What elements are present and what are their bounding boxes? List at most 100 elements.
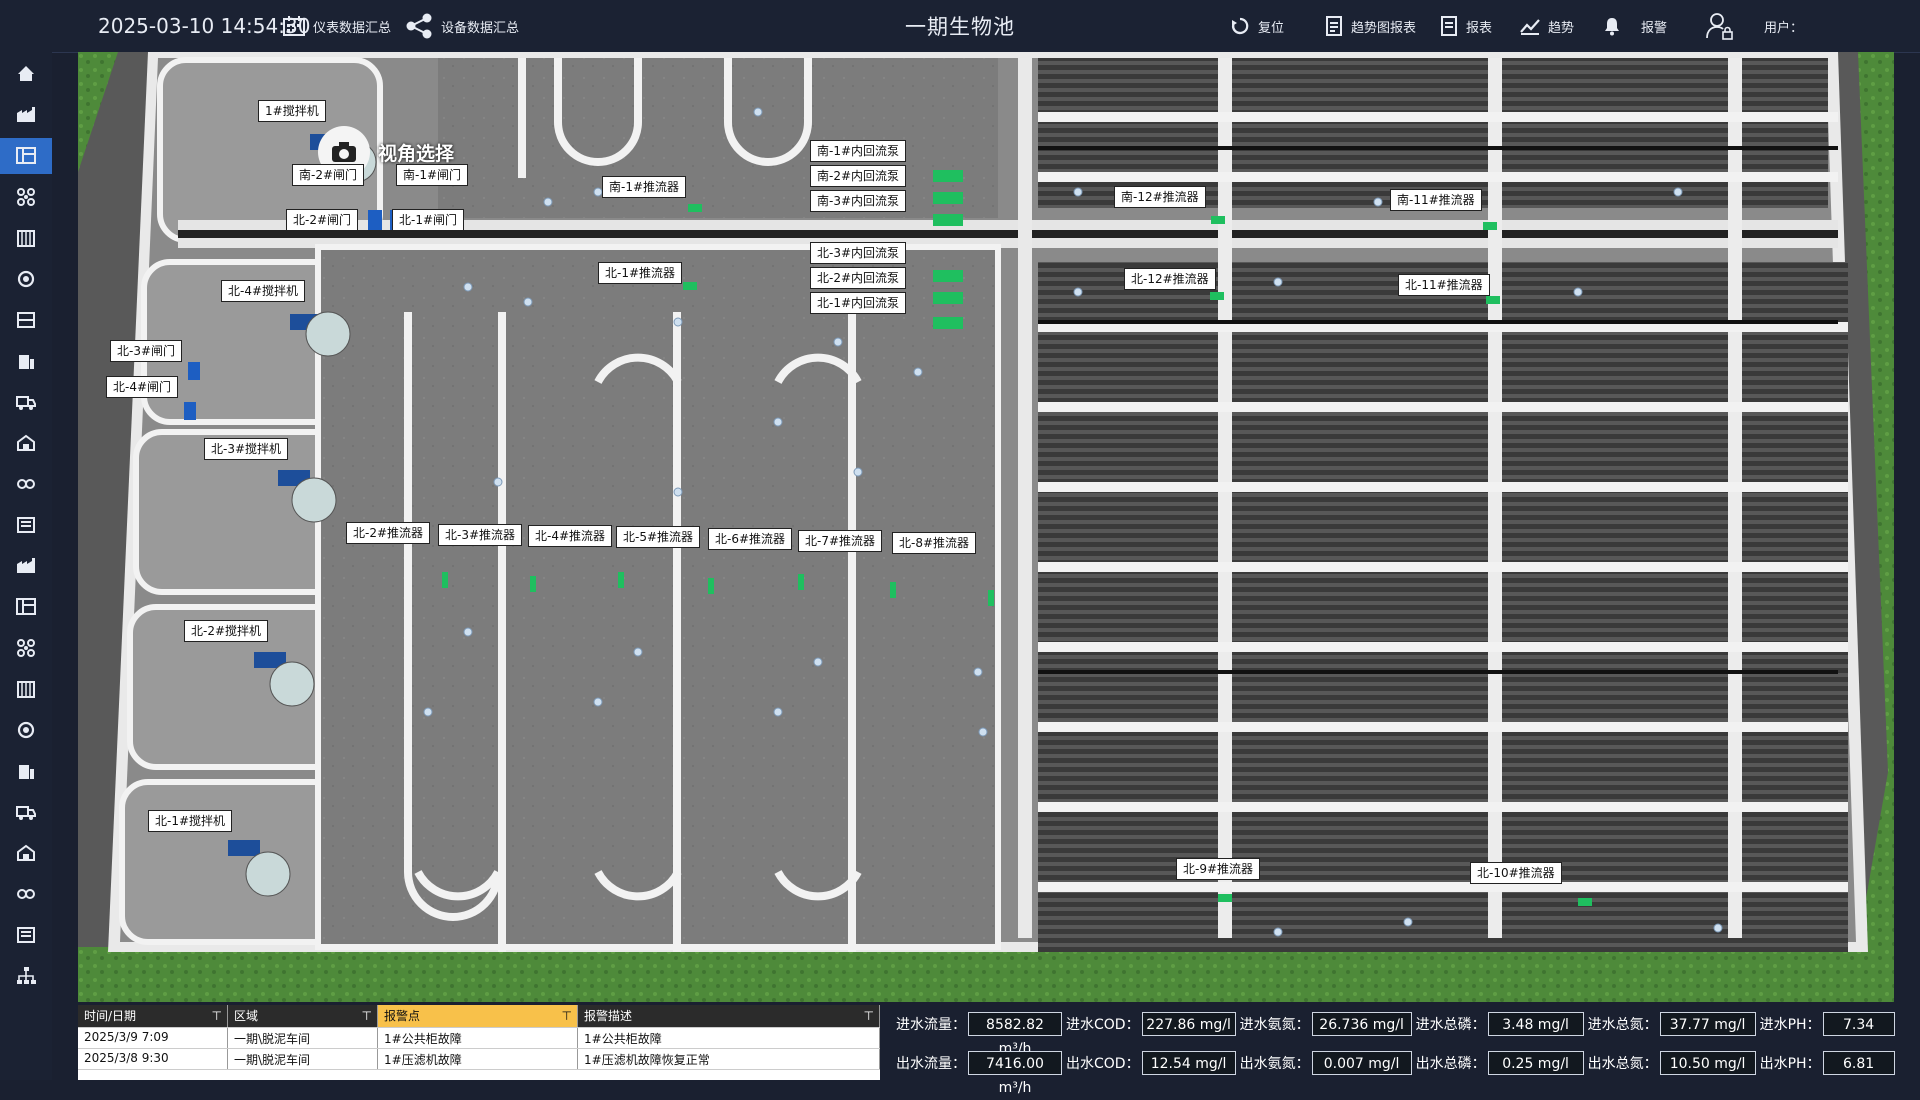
outlet-row: 出水流量： 7416.00 m³/h 出水COD： 12.54 mg/l 出水氨氮： 0.…: [896, 1048, 1899, 1096]
equipment-label[interactable]: 北-1#搅拌机: [148, 810, 233, 832]
equipment-label[interactable]: 北-8#推流器: [892, 532, 977, 554]
equipment-label[interactable]: 北-10#推流器: [1470, 862, 1562, 884]
water-quality-panel: 进水流量： 8582.82 m³/h 进水COD： 227.86 mg/l 进水氨氮： 2…: [896, 1005, 1899, 1096]
equipment-label[interactable]: 北-1#闸门: [392, 209, 465, 231]
outlet-metric-value: 7416.00 m³/h: [968, 1051, 1062, 1096]
equipment-label[interactable]: 北-7#推流器: [798, 530, 883, 552]
sidebar-item-building[interactable]: [0, 220, 52, 256]
outlet-metric-value: 0.25 mg/l: [1487, 1051, 1584, 1075]
equipment-label[interactable]: 北-4#闸门: [106, 376, 179, 398]
equipment-label[interactable]: 北-9#推流器: [1176, 858, 1261, 880]
reset-button[interactable]: 复位: [1230, 0, 1284, 52]
sidebar-item-tree[interactable]: [0, 958, 52, 994]
sidebar-item-tank[interactable]: [0, 753, 52, 789]
outlet-metric-name: 出水COD：: [1066, 1056, 1140, 1072]
inlet-metric-value: 37.77 mg/l: [1659, 1012, 1756, 1036]
device-summary-button[interactable]: 设备数据汇总: [405, 0, 519, 52]
sidebar-item-link[interactable]: [0, 466, 52, 502]
column-header-alarm-point[interactable]: 报警点 ⊤: [378, 1005, 578, 1027]
sidebar-item-panel[interactable]: [0, 302, 52, 338]
trend-button[interactable]: 趋势: [1520, 0, 1574, 52]
link-icon: [17, 479, 35, 489]
sidebar-item-pump[interactable]: [0, 712, 52, 748]
sidebar-item-truck[interactable]: [0, 794, 52, 830]
sidebar-item-pump[interactable]: [0, 261, 52, 297]
report-label: 报表: [1466, 20, 1493, 36]
equipment-label[interactable]: 北-2#内回流泵: [810, 267, 907, 289]
table-row[interactable]: 2025/3/8 9:30 一期\脱泥车间 1#压滤机故障 1#压滤机故障恢复正…: [78, 1049, 880, 1070]
equipment-label[interactable]: 南-2#闸门: [292, 164, 365, 186]
filter-icon[interactable]: ⊤: [562, 1009, 572, 1023]
filter-icon[interactable]: ⊤: [864, 1009, 874, 1023]
equipment-label[interactable]: 北-2#搅拌机: [184, 620, 269, 642]
plant-3d-view[interactable]: 视角选择 1#搅拌机 南-2#闸门 南-1#闸门 北-2#闸门 北-1#闸门 南…: [78, 52, 1894, 1002]
equipment-label[interactable]: 北-3#推流器: [438, 524, 523, 546]
outlet-metric-name: 出水总氮：: [1587, 1056, 1658, 1072]
outlet-metric: 出水流量： 7416.00 m³/h: [896, 1051, 1062, 1096]
sidebar-item-house[interactable]: [0, 835, 52, 871]
equipment-label[interactable]: 南-11#推流器: [1390, 189, 1482, 211]
equipment-label[interactable]: 北-3#搅拌机: [204, 438, 289, 460]
sidebar-item-factory[interactable]: [0, 548, 52, 584]
filter-icon[interactable]: ⊤: [362, 1009, 372, 1023]
report-button[interactable]: 报表: [1440, 0, 1492, 52]
equipment-label[interactable]: 南-1#闸门: [396, 164, 469, 186]
equipment-label[interactable]: 北-11#推流器: [1398, 274, 1490, 296]
equipment-label[interactable]: 北-5#推流器: [616, 526, 701, 548]
sidebar-item-tank[interactable]: [0, 343, 52, 379]
device-summary-label: 设备数据汇总: [441, 20, 520, 36]
house-icon: [17, 844, 35, 861]
outlet-metric: 出水总磷： 0.25 mg/l: [1416, 1051, 1584, 1075]
equipment-label[interactable]: 北-2#闸门: [286, 209, 359, 231]
trend-report-label: 趋势图报表: [1351, 20, 1417, 36]
truck-icon: [16, 806, 36, 820]
column-header-description[interactable]: 报警描述 ⊤: [578, 1005, 880, 1027]
equipment-label[interactable]: 北-3#内回流泵: [810, 242, 907, 264]
sidebar-item-truck[interactable]: [0, 384, 52, 420]
building-icon: [17, 681, 35, 698]
equipment-label[interactable]: 北-6#推流器: [708, 528, 793, 550]
equipment-label[interactable]: 北-2#推流器: [346, 522, 431, 544]
equipment-label[interactable]: 南-2#内回流泵: [810, 165, 907, 187]
sidebar-item-factory[interactable]: [0, 97, 52, 133]
sidebar-item-house[interactable]: [0, 425, 52, 461]
table-row[interactable]: 2025/3/9 7:09 一期\脱泥车间 1#公共柜故障 1#公共柜故障: [78, 1028, 880, 1049]
equipment-label[interactable]: 北-4#搅拌机: [221, 280, 306, 302]
alarm-button[interactable]: 报警: [1603, 0, 1667, 52]
equipment-label[interactable]: 南-3#内回流泵: [810, 190, 907, 212]
sidebar-item-building[interactable]: [0, 671, 52, 707]
equipment-label[interactable]: 北-3#闸门: [110, 340, 183, 362]
sidebar-item-home[interactable]: [0, 56, 52, 92]
equipment-label[interactable]: 南-1#推流器: [602, 176, 687, 198]
inlet-metric-name: 进水PH：: [1759, 1017, 1821, 1033]
equipment-label[interactable]: 北-1#内回流泵: [810, 292, 907, 314]
equipment-label[interactable]: 北-1#推流器: [598, 262, 683, 284]
column-header-time[interactable]: 时间/日期 ⊤: [78, 1005, 228, 1027]
house-icon: [17, 434, 35, 451]
trend-icon: [1520, 19, 1540, 35]
filter-icon[interactable]: ⊤: [212, 1009, 222, 1023]
sidebar-item-molecule[interactable]: [0, 630, 52, 666]
equipment-label[interactable]: 南-1#内回流泵: [810, 140, 907, 162]
column-header-area[interactable]: 区域 ⊤: [228, 1005, 378, 1027]
equipment-label[interactable]: 北-4#推流器: [528, 525, 613, 547]
equipment-label[interactable]: 南-12#推流器: [1114, 186, 1206, 208]
equipment-label[interactable]: 北-12#推流器: [1124, 268, 1216, 290]
sidebar-item-list[interactable]: [0, 507, 52, 543]
alarm-table: 时间/日期 ⊤ 区域 ⊤ 报警点 ⊤ 报警描述 ⊤ 2025/3/9 7:09 一期\脱…: [78, 1005, 880, 1080]
sidebar-item-link[interactable]: [0, 876, 52, 912]
sidebar-item-list[interactable]: [0, 917, 52, 953]
column-header-label: 报警描述: [584, 1009, 633, 1023]
sidebar-item-molecule[interactable]: [0, 179, 52, 215]
sidebar-item-layout[interactable]: [0, 138, 52, 174]
meter-summary-button[interactable]: 仪表数据汇总: [283, 0, 391, 52]
user-menu[interactable]: 用户：: [1704, 0, 1803, 52]
trend-report-button[interactable]: 趋势图报表: [1325, 0, 1416, 52]
sidebar: [0, 52, 52, 1080]
table-cell: 一期\脱泥车间: [228, 1028, 378, 1048]
equipment-label[interactable]: 1#搅拌机: [258, 100, 326, 122]
sidebar-item-layout[interactable]: [0, 589, 52, 625]
outlet-metric-name: 出水氨氮：: [1239, 1056, 1310, 1072]
table-cell: 1#公共柜故障: [378, 1028, 578, 1048]
inlet-metric-name: 进水氨氮：: [1239, 1017, 1310, 1033]
